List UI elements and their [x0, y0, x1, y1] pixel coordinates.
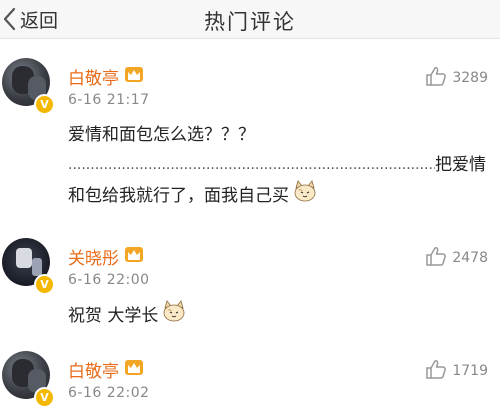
comment-text-line: ........................................… [68, 150, 486, 180]
comment-text-fragment: 和包给我就行了，面我自己买 [68, 186, 289, 206]
comment-text-line: 和包给我就行了，面我自己买 [68, 180, 317, 212]
thumbs-up-icon [425, 246, 447, 270]
comment-text-fragment: 把爱情 [435, 155, 486, 175]
like-count: 1719 [452, 363, 488, 379]
verified-v-icon: V [34, 94, 55, 115]
cat-face-emoji-icon [162, 300, 186, 332]
verified-v-icon: V [34, 387, 55, 408]
thumbs-up-icon [425, 359, 447, 383]
vip-crown-icon [124, 246, 144, 268]
comment-author[interactable]: 关晓彤 [68, 244, 144, 269]
comment-text-line: 祝贺 大学长 [68, 300, 186, 332]
ellipsis-dots: ........................................… [68, 157, 435, 173]
like-button[interactable]: 1719 [425, 359, 488, 383]
comment-time: 6-16 22:00 [68, 272, 150, 288]
like-count: 3289 [452, 70, 488, 86]
thumbs-up-icon [425, 66, 447, 90]
comment-author[interactable]: 白敬亭 [68, 64, 144, 89]
hot-comments-page: 返回 热门评论 V 白敬亭 6-16 21:17 3289 爱情和面包怎么选？？… [0, 0, 500, 411]
author-name: 白敬亭 [68, 69, 119, 89]
cat-face-emoji-icon [293, 180, 317, 212]
vip-crown-icon [124, 66, 144, 88]
page-title: 热门评论 [204, 10, 296, 34]
top-bar: 返回 热门评论 [0, 0, 500, 39]
verified-v-icon: V [34, 274, 55, 295]
vip-crown-icon [124, 359, 144, 381]
like-count: 2478 [452, 250, 488, 266]
comment-text-line: 爱情和面包怎么选？？？ [68, 125, 255, 145]
author-name: 关晓彤 [68, 249, 119, 269]
comment-time: 6-16 22:02 [68, 385, 150, 401]
like-button[interactable]: 2478 [425, 246, 488, 270]
author-name: 白敬亭 [68, 362, 119, 382]
comment-author[interactable]: 白敬亭 [68, 357, 144, 382]
comment-text-fragment: 祝贺 大学长 [68, 306, 159, 326]
like-button[interactable]: 3289 [425, 66, 488, 90]
comment-time: 6-16 21:17 [68, 92, 150, 108]
